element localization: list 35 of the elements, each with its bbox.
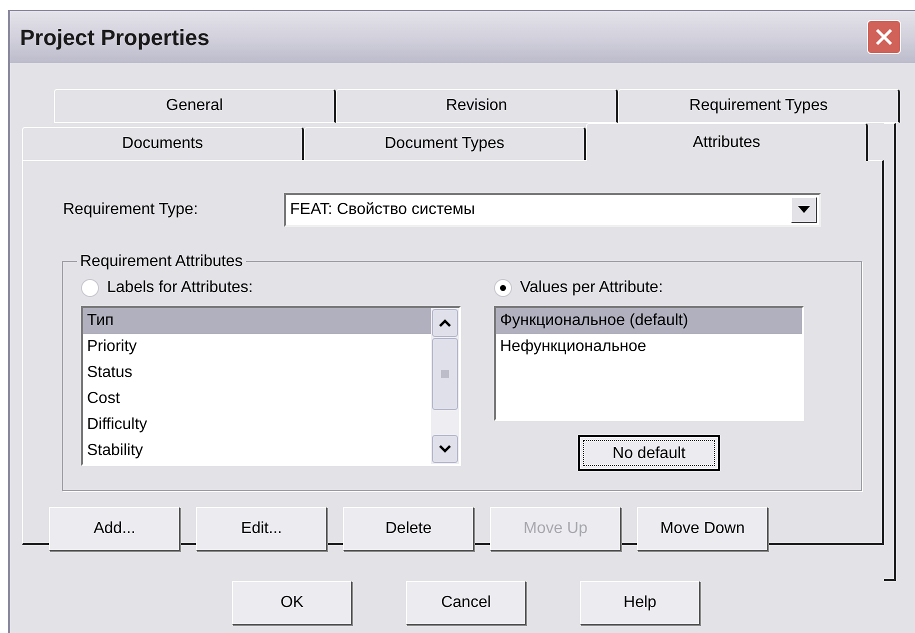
tab[interactable]: General — [54, 89, 336, 123]
list-item[interactable]: Тип — [83, 308, 431, 334]
tab[interactable]: Requirement Types — [618, 89, 900, 123]
tab[interactable]: Documents — [22, 127, 304, 161]
close-button[interactable] — [867, 20, 901, 54]
list-item[interactable]: Difficulty — [83, 412, 431, 438]
tab[interactable]: Document Types — [304, 127, 586, 161]
scroll-thumb[interactable] — [432, 338, 458, 410]
tab[interactable]: Attributes — [586, 123, 868, 161]
list-item[interactable]: Cost — [83, 386, 431, 412]
radio-button[interactable] — [81, 279, 99, 297]
action-button[interactable]: Add... — [49, 507, 180, 551]
radio-button[interactable] — [494, 279, 512, 297]
scroll-up-icon[interactable] — [432, 309, 458, 337]
dialog-button[interactable]: Help — [580, 581, 700, 625]
action-button[interactable]: Move Down — [637, 507, 768, 551]
radio-label[interactable]: Values per Attribute: — [520, 276, 663, 300]
scrollbar[interactable] — [431, 308, 459, 464]
scroll-down-icon[interactable] — [432, 435, 458, 463]
requirement-type-dropdown[interactable]: FEAT: Свойство системы — [284, 193, 821, 227]
field-label: Requirement Type: — [63, 200, 199, 220]
list-item[interactable]: Функциональное (default) — [496, 308, 802, 334]
list-item[interactable]: Priority — [83, 334, 431, 360]
close-icon — [874, 27, 894, 47]
action-button[interactable]: Edit... — [196, 507, 327, 551]
action-button[interactable]: Delete — [343, 507, 474, 551]
window-title: Project Properties — [20, 24, 210, 52]
list-item[interactable]: Status — [83, 360, 431, 386]
radio-label[interactable]: Labels for Attributes: — [107, 276, 253, 300]
tab[interactable]: Revision — [336, 89, 618, 123]
dialog-button[interactable]: OK — [232, 581, 352, 625]
list-item[interactable]: Нефункциональное — [496, 334, 802, 360]
no-default-button[interactable]: No default — [578, 435, 720, 471]
dialog-button[interactable]: Cancel — [406, 581, 526, 625]
list-item[interactable]: Stability — [83, 438, 431, 464]
